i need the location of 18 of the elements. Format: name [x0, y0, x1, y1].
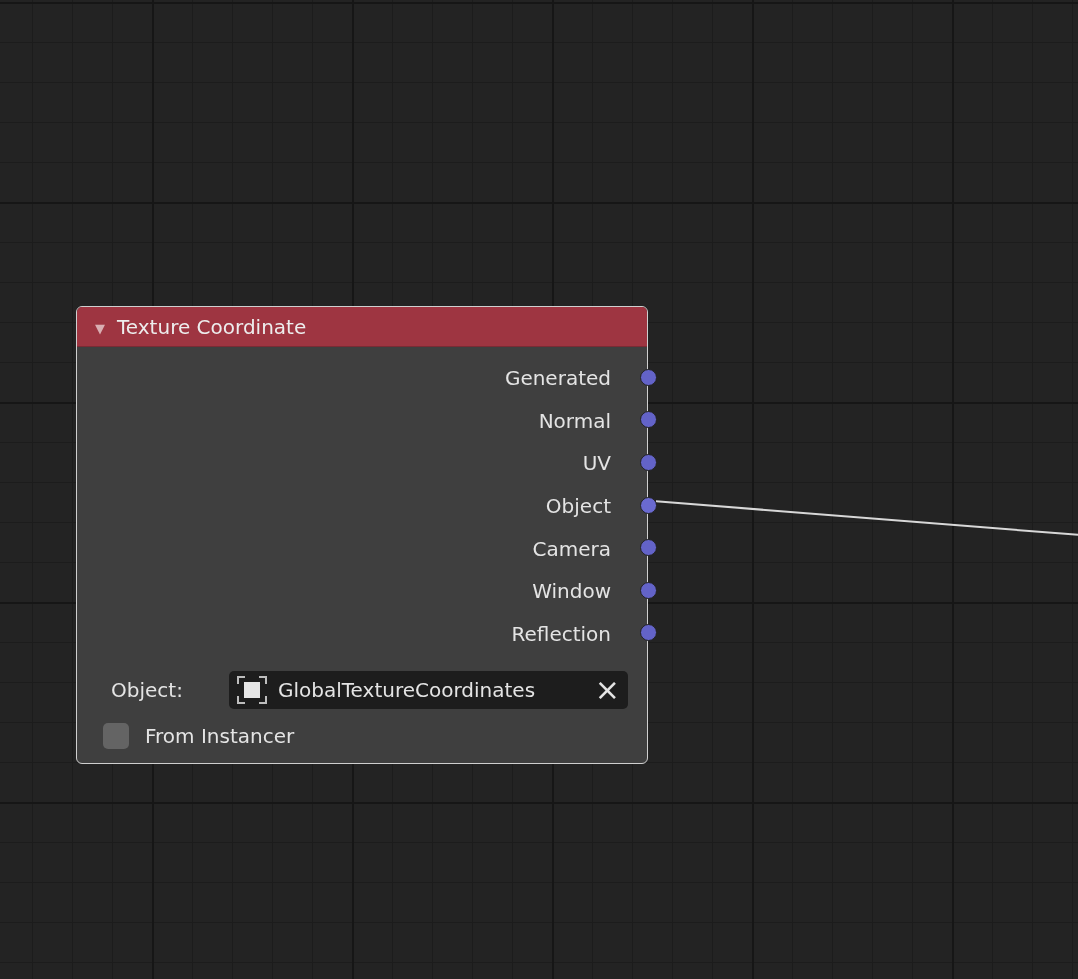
- close-icon[interactable]: ×: [594, 675, 620, 706]
- node-panel[interactable]: ▼ Texture Coordinate Generated Normal UV Object Camera Window Reflection Object: GlobalTextureCoordinates × From Instancer: [76, 306, 648, 765]
- output-label: Normal: [538, 408, 612, 433]
- node-title: Texture Coordinate: [117, 314, 307, 339]
- object-label: Object:: [111, 678, 184, 703]
- from-instancer-checkbox[interactable]: [103, 723, 129, 750]
- object-icon: [237, 676, 267, 705]
- from-instancer-label: From Instancer: [145, 724, 295, 749]
- output-label: Camera: [532, 536, 612, 561]
- output-label: Object: [545, 494, 612, 519]
- output-label: Reflection: [511, 621, 612, 646]
- object-field[interactable]: GlobalTextureCoordinates ×: [229, 671, 628, 710]
- object-name: GlobalTextureCoordinates: [278, 678, 537, 703]
- output-label: Generated: [504, 366, 612, 391]
- output-label: Window: [532, 579, 612, 604]
- collapse-toggle[interactable]: ▼: [95, 317, 105, 336]
- node-header[interactable]: ▼ Texture Coordinate: [77, 307, 647, 347]
- output-label: UV: [582, 451, 612, 476]
